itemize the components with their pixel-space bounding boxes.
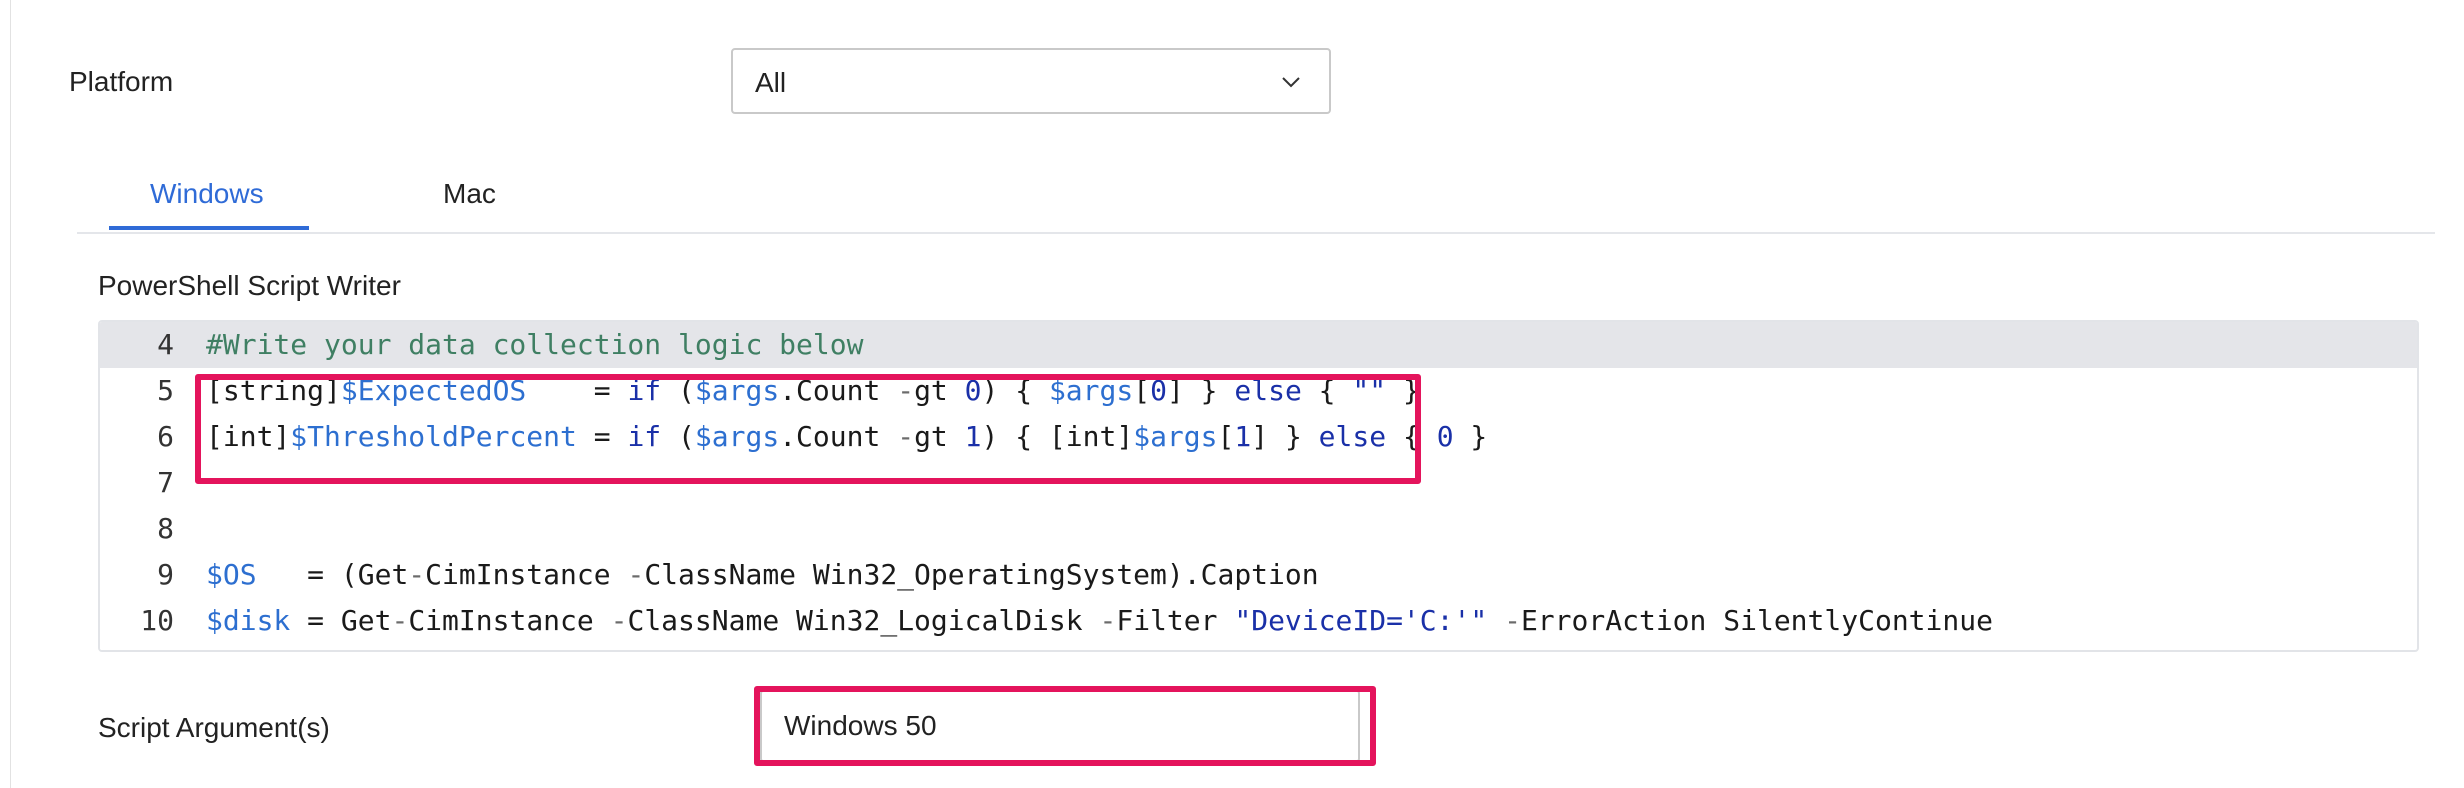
platform-dropdown[interactable]: All [731,48,1331,114]
script-writer-label: PowerShell Script Writer [98,270,401,301]
tab-mac[interactable]: Mac [443,176,496,212]
code-line[interactable]: 4 #Write your data collection logic belo… [100,322,2417,368]
platform-label: Platform [69,66,174,97]
powershell-code-editor[interactable]: 4 #Write your data collection logic belo… [98,320,2419,652]
active-tab-indicator [109,226,309,230]
code-line[interactable]: 6 [int]$ThresholdPercent = if ($args.Cou… [100,414,2417,460]
line-number: 6 [157,420,174,453]
line-number: 9 [157,558,174,591]
script-arguments-input[interactable] [760,690,1360,762]
script-arguments-label: Script Argument(s) [98,712,330,743]
code-line[interactable]: 8 [100,506,2417,552]
code-line[interactable]: 9 $OS = (Get-CimInstance -ClassName Win3… [100,552,2417,598]
platform-selected-value: All [755,67,787,98]
code-line[interactable]: 5 [string]$ExpectedOS = if ($args.Count … [100,368,2417,414]
left-divider [10,0,11,788]
code-line[interactable]: 7 [100,460,2417,506]
line-number: 7 [157,466,174,499]
line-number: 10 [140,604,174,637]
line-code: [int]$ThresholdPercent = if ($args.Count… [206,420,1488,453]
line-number: 5 [157,374,174,407]
line-code: #Write your data collection logic below [206,328,864,361]
line-code: $disk = Get-CimInstance -ClassName Win32… [206,604,1993,637]
line-number: 4 [157,328,174,361]
platform-tabs: Windows Mac [77,160,2435,234]
line-code: $OS = (Get-CimInstance -ClassName Win32_… [206,558,1319,591]
chevron-down-icon [1282,77,1300,88]
script-config-page: Platform All Windows Mac PowerShell Scri… [0,0,2464,788]
code-line[interactable]: 10 $disk = Get-CimInstance -ClassName Wi… [100,598,2417,644]
tab-windows[interactable]: Windows [150,176,264,212]
line-code: [string]$ExpectedOS = if ($args.Count -g… [206,374,1420,407]
line-number: 8 [157,512,174,545]
